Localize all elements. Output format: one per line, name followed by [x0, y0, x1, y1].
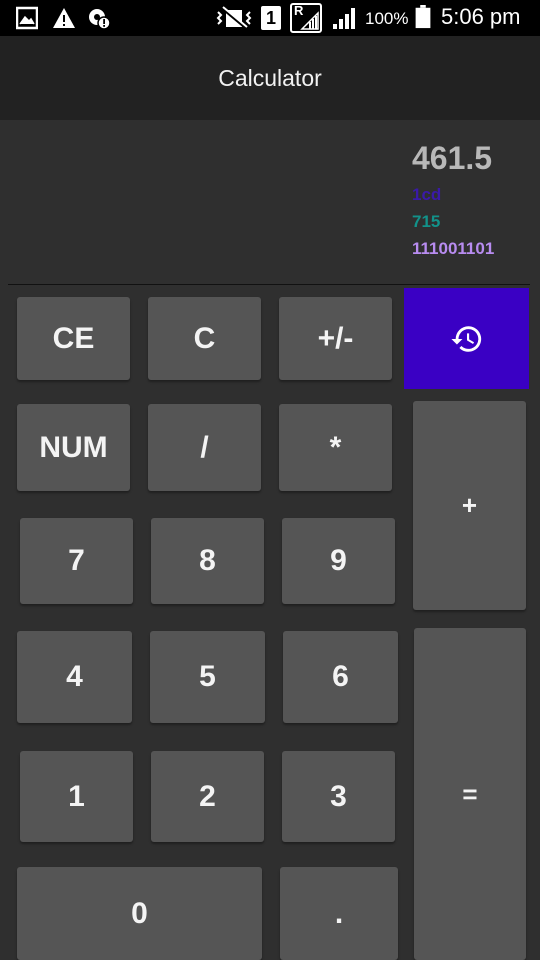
hex-value: 1cd: [412, 185, 442, 204]
clear-button[interactable]: C: [148, 297, 261, 380]
roaming-signal-icon: R: [290, 3, 322, 33]
settings-alert-icon: [89, 9, 111, 30]
signal-strength-icon: [333, 8, 355, 29]
display-divider: [8, 284, 530, 285]
history-button[interactable]: [404, 288, 529, 389]
digit-7-button[interactable]: 7: [20, 518, 133, 604]
plus-button[interactable]: +: [413, 401, 526, 610]
clock: 5:06 pm: [441, 4, 521, 29]
clear-entry-button[interactable]: CE: [17, 297, 130, 380]
digit-4-button[interactable]: 4: [17, 631, 132, 723]
battery-icon: [415, 5, 431, 29]
result-display: 461.5 1cd 715 111001101: [0, 120, 540, 284]
sign-toggle-button[interactable]: +/-: [279, 297, 392, 380]
digit-1-button[interactable]: 1: [20, 751, 133, 842]
equals-button[interactable]: =: [414, 628, 526, 960]
sim-slot-number: 1: [265, 8, 276, 28]
gallery-notification-icon: [16, 6, 38, 30]
sim-slot-badge: 1: [261, 6, 281, 30]
battery-percent: 100%: [365, 9, 409, 28]
vibrate-mute-icon: [216, 6, 252, 30]
digit-5-button[interactable]: 5: [150, 631, 265, 723]
calculator-screen: 1 R 100% 5:06 pm Calculator 461.5 1cd 71…: [0, 0, 540, 960]
digit-6-button[interactable]: 6: [283, 631, 398, 723]
multiply-button[interactable]: *: [279, 404, 392, 491]
decimal-point-button[interactable]: .: [280, 867, 398, 960]
digit-8-button[interactable]: 8: [151, 518, 264, 604]
status-bar: 1 R 100% 5:06 pm: [0, 0, 540, 36]
digit-0-button[interactable]: 0: [17, 867, 262, 960]
history-icon: [450, 325, 481, 352]
digit-3-button[interactable]: 3: [282, 751, 395, 842]
octal-value: 715: [412, 212, 441, 231]
digit-2-button[interactable]: 2: [151, 751, 264, 842]
result-value: 461.5: [412, 140, 493, 176]
divide-button[interactable]: /: [148, 404, 261, 491]
app-bar: Calculator: [0, 36, 540, 120]
num-mode-button[interactable]: NUM: [17, 404, 130, 491]
warning-icon: [53, 8, 75, 28]
page-title: Calculator: [218, 65, 322, 91]
binary-value: 111001101: [412, 239, 495, 258]
digit-9-button[interactable]: 9: [282, 518, 395, 604]
